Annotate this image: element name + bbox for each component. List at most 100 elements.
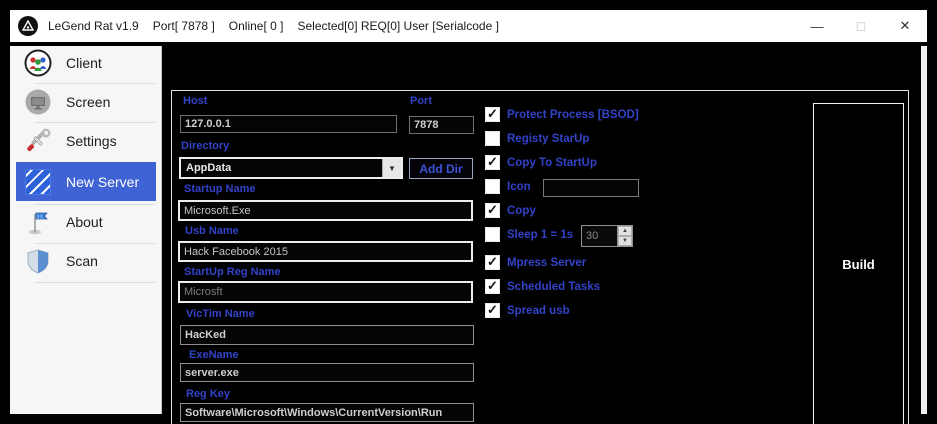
option-copy-to-startup[interactable]: ✓ Copy To StartUp (485, 155, 597, 170)
close-button[interactable]: ✕ (883, 10, 927, 42)
add-dir-button[interactable]: Add Dir (409, 158, 473, 179)
people-icon (23, 48, 53, 78)
sidebar-item-about[interactable]: About (10, 207, 161, 237)
sidebar: Client Screen Settings New Server About … (10, 46, 162, 414)
check-icon: ✓ (487, 154, 498, 169)
maximize-button: ◻ (855, 18, 867, 33)
app-logo-icon (18, 16, 38, 36)
sidebar-item-label: Scan (66, 253, 98, 269)
option-label: Spread usb (507, 304, 570, 317)
exe-name-input[interactable]: server.exe (180, 363, 474, 382)
checkbox[interactable]: ✓ (485, 131, 500, 146)
option-registry-startup[interactable]: ✓ Registy StarUp (485, 131, 589, 146)
sidebar-divider (35, 243, 155, 244)
sleep-stepper[interactable]: 30 ▲ ▼ (581, 225, 633, 247)
option-label: Sleep 1 = 1s (507, 228, 574, 241)
check-icon: ✓ (487, 106, 498, 121)
icon-path-input[interactable] (543, 179, 639, 197)
sidebar-divider (35, 83, 155, 84)
chevron-down-icon[interactable]: ▼ (382, 159, 401, 177)
option-label: Protect Process [BSOD] (507, 108, 639, 121)
tools-icon (23, 126, 53, 156)
option-label: Scheduled Tasks (507, 280, 601, 293)
build-button-label: Build (842, 257, 875, 272)
host-input[interactable]: 127.0.0.1 (180, 115, 397, 133)
sidebar-item-client[interactable]: Client (10, 48, 161, 78)
usb-name-label: Usb Name (185, 225, 239, 237)
titlebar-session-status: Selected[0] REQ[0] User [Serialcode ] (297, 19, 499, 33)
checkbox[interactable]: ✓ (485, 255, 500, 270)
sidebar-item-label: New Server (66, 173, 140, 190)
sidebar-item-screen[interactable]: Screen (10, 87, 161, 117)
checkbox[interactable]: ✓ (485, 203, 500, 218)
sidebar-divider (35, 282, 155, 283)
option-label: Icon (507, 180, 531, 193)
flag-icon (23, 207, 53, 237)
option-label: Registy StarUp (507, 132, 590, 145)
usb-name-input[interactable]: Hack Facebook 2015 (178, 241, 473, 262)
spin-up-icon[interactable]: ▲ (618, 226, 632, 236)
window-edge-strip (921, 46, 927, 414)
titlebar-port-status: Port[ 7878 ] (152, 19, 215, 33)
check-icon: ✓ (487, 302, 498, 317)
spin-down-icon[interactable]: ▼ (618, 236, 632, 246)
build-button[interactable]: Build (813, 103, 904, 424)
titlebar: LeGend Rat v1.9 Port[ 7878 ] Online[ 0 ]… (10, 10, 927, 42)
checkbox[interactable]: ✓ (485, 279, 500, 294)
screen-frame: LeGend Rat v1.9 Port[ 7878 ] Online[ 0 ]… (0, 0, 937, 424)
sleep-value[interactable]: 30 (582, 226, 617, 246)
port-input[interactable]: 7878 (409, 116, 474, 134)
sidebar-divider (35, 122, 155, 123)
option-sleep[interactable]: ✓ Sleep 1 = 1s (485, 227, 573, 242)
option-copy[interactable]: ✓ Copy (485, 203, 536, 218)
titlebar-online-status: Online[ 0 ] (228, 19, 284, 33)
server-patch-icon (23, 167, 53, 197)
app-window: LeGend Rat v1.9 Port[ 7878 ] Online[ 0 ]… (10, 10, 927, 424)
sidebar-item-label: Screen (66, 94, 111, 110)
victim-name-label: VicTim Name (186, 308, 255, 320)
checkbox[interactable]: ✓ (485, 107, 500, 122)
checkbox[interactable]: ✓ (485, 303, 500, 318)
directory-dropdown-value: AppData (186, 162, 232, 174)
directory-label: Directory (181, 140, 230, 152)
victim-name-input[interactable]: HacKed (180, 325, 474, 345)
checkbox[interactable]: ✓ (485, 179, 500, 194)
option-spread-usb[interactable]: ✓ Spread usb (485, 303, 570, 318)
reg-key-input[interactable]: Software\Microsoft\Windows\CurrentVersio… (180, 403, 474, 422)
app-title: LeGend Rat v1.9 (48, 19, 139, 33)
option-label: Mpress Server (507, 256, 587, 269)
directory-dropdown[interactable]: AppData ▼ (179, 157, 403, 179)
sidebar-item-label: Client (66, 55, 102, 71)
window-controls: — ◻ ✕ (795, 10, 927, 42)
sidebar-item-scan[interactable]: Scan (10, 246, 161, 276)
check-icon: ✓ (487, 202, 498, 217)
startup-reg-name-label: StartUp Reg Name (184, 266, 281, 278)
reg-key-label: Reg Key (186, 388, 231, 400)
startup-reg-name-input[interactable]: Microsft (178, 281, 473, 303)
monitor-icon (23, 87, 53, 117)
startup-name-label: Startup Name (184, 183, 256, 195)
startup-name-input[interactable]: Microsoft.Exe (178, 200, 473, 221)
minimize-button[interactable]: — (795, 10, 839, 42)
exe-name-label: ExeName (189, 349, 239, 361)
check-icon: ✓ (487, 254, 498, 269)
option-icon[interactable]: ✓ Icon (485, 179, 531, 194)
sidebar-item-label: About (66, 214, 103, 230)
server-builder-panel: Host 127.0.0.1 Port 7878 Directory AppDa… (171, 90, 909, 424)
checkbox[interactable]: ✓ (485, 227, 500, 242)
option-mpress-server[interactable]: ✓ Mpress Server (485, 255, 586, 270)
option-label: Copy To StartUp (507, 156, 597, 169)
checkbox[interactable]: ✓ (485, 155, 500, 170)
host-label: Host (183, 95, 208, 107)
content-area: Client Screen Settings New Server About … (10, 42, 927, 424)
sidebar-divider (35, 204, 155, 205)
sidebar-item-settings[interactable]: Settings (10, 126, 161, 156)
shield-icon (23, 246, 53, 276)
option-scheduled-tasks[interactable]: ✓ Scheduled Tasks (485, 279, 600, 294)
option-label: Copy (507, 204, 536, 217)
port-label: Port (410, 95, 432, 107)
sidebar-item-new-server[interactable]: New Server (16, 162, 156, 201)
sidebar-item-label: Settings (66, 133, 117, 149)
check-icon: ✓ (487, 278, 498, 293)
option-protect-process[interactable]: ✓ Protect Process [BSOD] (485, 107, 639, 122)
